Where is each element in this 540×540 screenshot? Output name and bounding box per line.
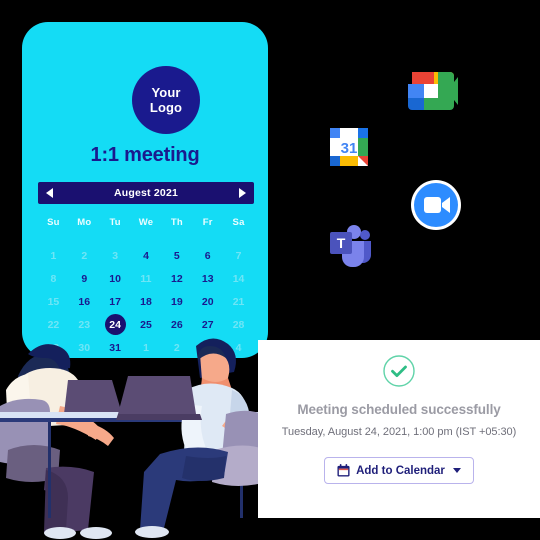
- calendar-day-cell: 14: [223, 267, 254, 290]
- add-to-calendar-label: Add to Calendar: [356, 464, 445, 477]
- calendar-day-cell[interactable]: 6: [192, 244, 223, 267]
- calendar-day-number: 17: [109, 295, 121, 308]
- calendar-day-cell: 15: [38, 290, 69, 313]
- calendar-day-cell: 2: [69, 244, 100, 267]
- confirmation-datetime: Tuesday, August 24, 2021, 1:00 pm (IST +…: [281, 426, 517, 438]
- calendar-day-cell: 1: [38, 244, 69, 267]
- add-to-calendar-button[interactable]: Add to Calendar: [324, 457, 474, 484]
- google-calendar-day-badge: 31: [341, 140, 358, 157]
- google-calendar-icon[interactable]: 31: [326, 124, 372, 172]
- calendar-day-cell[interactable]: 19: [161, 290, 192, 313]
- calendar-day-cell[interactable]: 18: [131, 290, 162, 313]
- calendar-day-cell[interactable]: 12: [161, 267, 192, 290]
- calendar-day-number: 14: [232, 272, 245, 285]
- brand-logo: Your Logo: [132, 66, 200, 134]
- calendar-day-number: 5: [173, 249, 180, 262]
- calendar-month-label: Augest 2021: [113, 187, 179, 199]
- logo-line-2: Logo: [149, 100, 183, 115]
- calendar-dow-fr: Fr: [202, 217, 213, 228]
- meeting-title: 1:1 meeting: [90, 144, 200, 166]
- calendar-day-cell: 21: [223, 290, 254, 313]
- next-month-arrow-icon[interactable]: [239, 188, 246, 198]
- calendar-day-cell[interactable]: 17: [100, 290, 131, 313]
- calendar-day-number: 2: [81, 249, 88, 262]
- calendar-day-cell: 7: [223, 244, 254, 267]
- calendar-day-number: 13: [201, 272, 214, 285]
- calendar-dow-mo: Mo: [77, 217, 92, 228]
- calendar-dow-sa: Sa: [232, 217, 245, 228]
- calendar-day-number: 6: [204, 249, 211, 262]
- calendar-day-headers: Su Mo Tu We Th Fr Sa: [38, 213, 254, 235]
- calendar-day-cell: 8: [38, 267, 69, 290]
- google-meet-icon[interactable]: [404, 68, 458, 114]
- calendar-day-number: 20: [201, 295, 214, 308]
- calendar-icon: [337, 464, 350, 477]
- meeting-confirmation-card: Meeting scheduled successfully Tuesday, …: [258, 340, 540, 518]
- person-back-view-laptop: [0, 344, 126, 539]
- calendar-header: Augest 2021: [38, 182, 254, 204]
- calendar-dow-tu: Tu: [109, 217, 121, 228]
- chevron-down-icon: [452, 468, 461, 473]
- calendar-day-number: 7: [235, 249, 242, 262]
- calendar-dow-su: Su: [47, 217, 60, 228]
- prev-month-arrow-icon[interactable]: [46, 188, 53, 198]
- calendar-day-cell[interactable]: 10: [100, 267, 131, 290]
- calendar-dow-th: Th: [170, 217, 183, 228]
- check-circle-icon: [383, 355, 415, 387]
- calendar-day-number: 10: [109, 272, 121, 285]
- calendar-day-cell[interactable]: 4: [131, 244, 162, 267]
- calendar-day-number: 18: [140, 295, 152, 308]
- calendar-day-number: 8: [50, 272, 57, 285]
- person-side-view-laptop: [116, 338, 274, 538]
- calendar-day-number: 1: [50, 249, 57, 262]
- calendar-day-cell: 3: [100, 244, 131, 267]
- calendar-day-cell[interactable]: 13: [192, 267, 223, 290]
- calendar-day-number: 12: [171, 272, 183, 285]
- two-people-meeting-illustration: [0, 338, 276, 539]
- booking-card: Your Logo 1:1 meeting Augest 2021 Su Mo Tu…: [22, 22, 268, 358]
- calendar-day-number: 4: [143, 249, 149, 262]
- calendar-day-cell[interactable]: 5: [161, 244, 192, 267]
- microsoft-teams-icon[interactable]: T: [322, 218, 374, 270]
- logo-line-1: Your: [151, 84, 181, 100]
- calendar-day-cell: 11: [131, 267, 162, 290]
- calendar-dow-we: We: [138, 217, 154, 228]
- calendar-day-number: 16: [78, 295, 91, 308]
- calendar-day-number: 3: [112, 249, 119, 262]
- calendar-day-number: 21: [232, 295, 245, 308]
- calendar-day-number: 11: [140, 272, 152, 285]
- confirmation-title: Meeting scheduled successfully: [297, 402, 501, 417]
- zoom-icon[interactable]: [409, 178, 463, 232]
- calendar-day-number: 9: [81, 272, 88, 285]
- calendar-day-number: 19: [171, 295, 183, 308]
- calendar-day-cell[interactable]: 20: [192, 290, 223, 313]
- calendar-day-cell[interactable]: 9: [69, 267, 100, 290]
- teams-letter-badge: T: [337, 235, 346, 251]
- composition-stage: Your Logo 1:1 meeting Augest 2021 Su Mo Tu…: [0, 0, 540, 540]
- calendar-day-cell[interactable]: 16: [69, 290, 100, 313]
- calendar-day-number: 15: [47, 295, 60, 308]
